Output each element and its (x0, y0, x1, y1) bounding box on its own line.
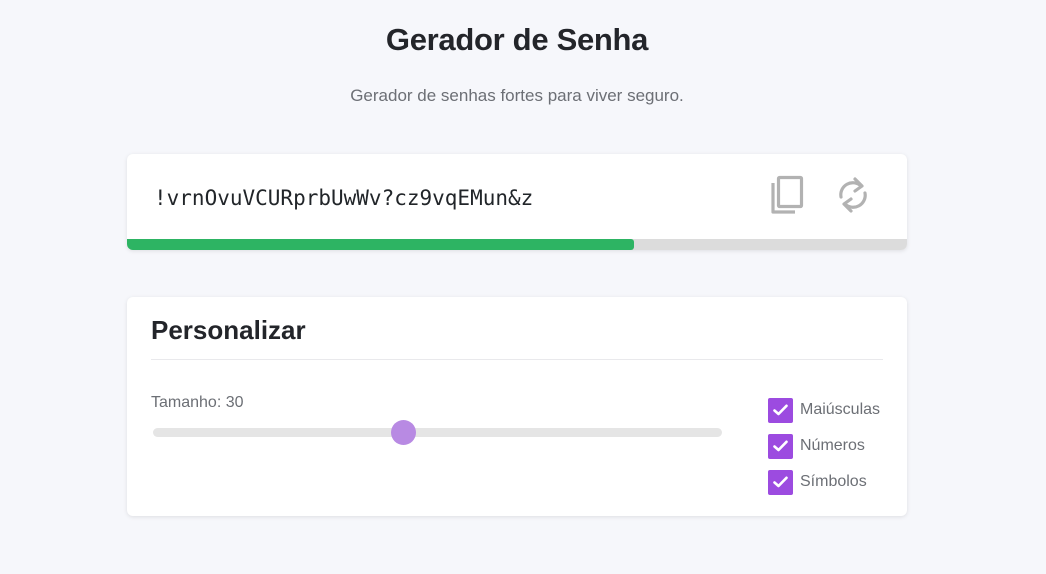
length-slider[interactable] (153, 420, 722, 445)
option-uppercase[interactable]: Maiúsculas (768, 392, 880, 428)
checkbox-uppercase[interactable] (768, 397, 793, 423)
page: Gerador de Senha Gerador de senhas forte… (0, 0, 1046, 574)
length-label: Tamanho: 30 (151, 394, 244, 411)
option-numbers[interactable]: Números (768, 428, 880, 464)
option-label-uppercase: Maiúsculas (800, 401, 881, 418)
page-title: Gerador de Senha (385, 22, 649, 57)
check-icon (773, 476, 788, 488)
option-symbols[interactable]: Símbolos (768, 464, 880, 500)
customize-card: Personalizar Tamanho: 30 Maiúsculas Númer… (127, 297, 907, 516)
check-icon (773, 404, 788, 416)
check-icon (773, 440, 788, 452)
checkbox-numbers[interactable] (768, 433, 793, 459)
refresh-icon (835, 173, 871, 220)
option-label-numbers: Números (800, 437, 865, 454)
divider (151, 359, 883, 360)
page-subtitle: Gerador de senhas fortes para viver segu… (350, 86, 684, 105)
customize-title: Personalizar (151, 315, 306, 345)
regenerate-button[interactable] (833, 172, 873, 220)
checkbox-symbols[interactable] (768, 469, 793, 495)
copy-icon (769, 174, 805, 219)
options-list: Maiúsculas Números Símbolos (768, 392, 880, 500)
strength-bar (127, 239, 907, 250)
length-slider-thumb[interactable] (391, 420, 417, 445)
copy-button[interactable] (767, 172, 807, 220)
generated-password[interactable]: !vrnOvuVCURprbUwWv?cz9vqEMun&z (154, 186, 533, 210)
password-card: !vrnOvuVCURprbUwWv?cz9vqEMun&z (127, 154, 907, 250)
strength-bar-fill (127, 239, 634, 250)
option-label-symbols: Símbolos (800, 473, 867, 490)
